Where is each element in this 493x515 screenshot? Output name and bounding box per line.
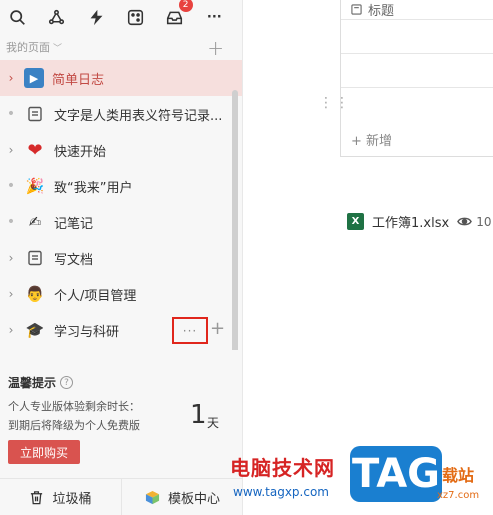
inbox-icon[interactable]: 2 <box>163 0 193 29</box>
expand-arrow-icon[interactable]: › <box>4 251 18 265</box>
more-icon[interactable]: ··· <box>203 5 226 29</box>
search-icon[interactable] <box>6 5 29 29</box>
expand-arrow-icon[interactable]: › <box>4 143 18 157</box>
sidebar-item-label: 致“我来”用户 <box>54 180 133 196</box>
title-column-icon <box>351 4 362 15</box>
inbox-badge: 2 <box>178 0 193 12</box>
expand-arrow-icon[interactable]: › <box>4 323 18 337</box>
table-row[interactable] <box>341 54 493 88</box>
cube-icon <box>145 490 160 505</box>
sidebar-item-label: 记笔记 <box>54 216 94 232</box>
expand-arrow-icon[interactable]: › <box>4 287 18 301</box>
person-icon: 👨 <box>25 285 45 303</box>
excel-icon: X <box>347 213 364 230</box>
top-toolbar: 2 ··· <box>0 0 242 34</box>
sidebar-item-write-docs[interactable]: › 写文档 <box>0 240 242 276</box>
page-tree: › ▶ 简单日志 • 文字是人类用表义符号记录... › ❤ 快速开始 • 🎉 … <box>0 60 242 350</box>
template-center-label: 模板中心 <box>167 491 220 507</box>
file-name: 工作簿1.xlsx <box>372 216 450 231</box>
document-icon <box>24 103 46 125</box>
document-icon <box>24 247 46 269</box>
template-center-button[interactable]: 模板中心 <box>121 479 243 515</box>
days-unit: 天 <box>207 416 220 430</box>
item-add-button[interactable]: + <box>210 318 225 339</box>
party-popper-icon: 🎉 <box>25 177 45 195</box>
watermark-url: www.tagxp.com <box>233 485 329 499</box>
bolt-icon[interactable] <box>85 5 108 29</box>
table-row[interactable] <box>341 88 493 122</box>
trash-button[interactable]: 垃圾桶 <box>0 479 121 515</box>
item-more-button[interactable]: ··· <box>172 317 208 344</box>
sidebar-item-label: 写文档 <box>54 252 94 268</box>
title-column-header: 标题 <box>368 4 395 19</box>
sidebar-item-simple-log[interactable]: › ▶ 简单日志 <box>0 60 242 96</box>
add-row-button[interactable]: + 新增 <box>341 122 493 156</box>
chevron-down-icon: ﹀ <box>53 43 63 54</box>
sidebar-footer: 垃圾桶 模板中心 <box>0 478 243 515</box>
dice-icon[interactable] <box>124 5 147 29</box>
sidebar-item-quick-start[interactable]: › ❤ 快速开始 <box>0 132 242 168</box>
watermark-tag-logo: TAG <box>350 446 442 502</box>
play-icon: ▶ <box>24 68 44 88</box>
bullet-dot: • <box>6 214 16 230</box>
bullet-dot: • <box>6 178 16 194</box>
watermark-text: 电脑技术网 <box>230 456 335 480</box>
sidebar-item-label: 快速开始 <box>54 144 107 160</box>
eye-icon[interactable] <box>457 214 473 229</box>
file-attachment[interactable]: X 工作簿1.xlsx 10 <box>347 212 491 231</box>
sidebar-item-label: 简单日志 <box>52 72 105 88</box>
view-count: 10 <box>476 214 492 229</box>
writing-hand-icon: ✍ <box>28 213 42 231</box>
heart-icon: ❤ <box>27 139 43 161</box>
sidebar-item-label: 文字是人类用表义符号记录... <box>54 108 223 124</box>
table-row[interactable] <box>341 20 493 54</box>
share-icon[interactable] <box>45 5 68 29</box>
expand-arrow-icon[interactable]: › <box>4 71 18 85</box>
graduation-cap-icon: 🎓 <box>25 321 45 339</box>
sidebar: 2 ··· 我的页面 ﹀ + › ▶ 简单日志 • 文字是人类用表义符号记录..… <box>0 0 243 515</box>
sidebar-item-welcome[interactable]: • 🎉 致“我来”用户 <box>0 168 242 204</box>
sidebar-item-study-research[interactable]: › 🎓 学习与科研 ··· + <box>0 312 242 348</box>
trash-icon <box>29 490 44 505</box>
watermark-xz-text: 载站 <box>442 466 475 485</box>
buy-now-button[interactable]: 立即购买 <box>8 440 80 464</box>
watermark-site: xz7.com <box>437 490 480 501</box>
sidebar-item-project-mgmt[interactable]: › 👨 个人/项目管理 <box>0 276 242 312</box>
sidebar-item-text-record[interactable]: • 文字是人类用表义符号记录... <box>0 96 242 132</box>
sidebar-item-notes[interactable]: • ✍ 记笔记 <box>0 204 242 240</box>
section-header[interactable]: 我的页面 ﹀ + <box>0 34 242 60</box>
days-remaining-value: 1 <box>190 400 207 430</box>
trash-label: 垃圾桶 <box>52 491 92 507</box>
trial-tips-panel: 温馨提示 ? 个人专业版体验剩余时长： 到期后将降级为个人免费版 1 天 立即购… <box>0 368 243 468</box>
sidebar-item-label: 学习与科研 <box>54 324 120 340</box>
add-page-button[interactable]: + <box>207 36 224 60</box>
table-header-row[interactable]: 标题 <box>341 0 493 20</box>
table-block: 标题 + 新增 <box>340 0 493 157</box>
bullet-dot: • <box>6 106 16 122</box>
section-title: 我的页面 <box>6 41 50 54</box>
question-icon[interactable]: ? <box>60 376 74 389</box>
sidebar-scrollbar[interactable] <box>232 90 238 350</box>
tips-title-text: 温馨提示 <box>8 376 57 390</box>
sidebar-item-label: 个人/项目管理 <box>54 288 137 304</box>
tips-title: 温馨提示 ? <box>8 374 235 391</box>
